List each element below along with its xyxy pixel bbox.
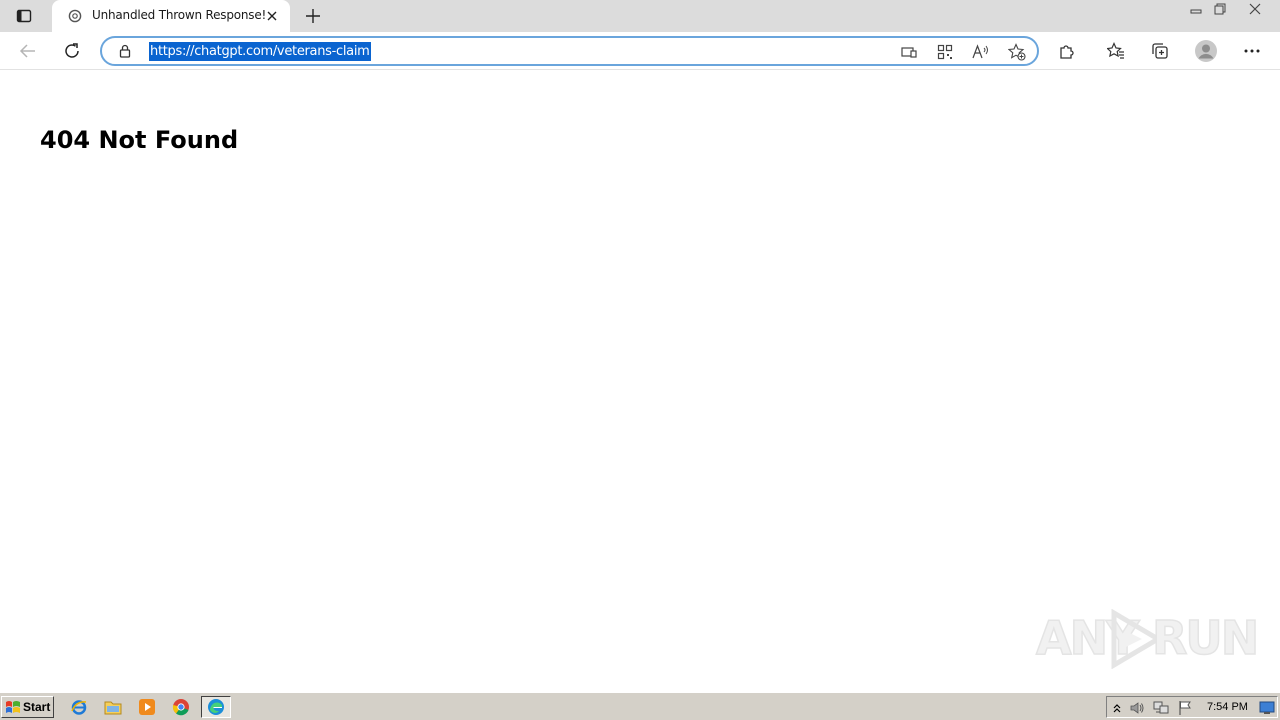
- tab-title: Unhandled Thrown Response!: [92, 8, 267, 22]
- browser-toolbar: https://chatgpt.com/veterans-claim: [0, 32, 1280, 70]
- page-title: 404 Not Found: [40, 126, 239, 154]
- refresh-button[interactable]: [58, 37, 86, 65]
- chatgpt-icon: [68, 9, 82, 23]
- collections-icon: [1152, 43, 1168, 59]
- active-tab[interactable]: Unhandled Thrown Response!: [52, 0, 290, 32]
- show-hidden-icons-button[interactable]: [1109, 700, 1125, 716]
- collections-button[interactable]: [1146, 37, 1174, 65]
- taskbar: Start 7:54 PM: [0, 692, 1280, 720]
- refresh-icon: [65, 43, 79, 58]
- chrome-icon: [172, 699, 189, 716]
- edge-icon: [208, 699, 224, 715]
- app-available-icon: [901, 47, 917, 58]
- volume-button[interactable]: [1129, 700, 1145, 716]
- page-content: 404 Not Found ANY RUN: [0, 71, 1280, 692]
- chevron-up-icon: [1113, 704, 1121, 713]
- start-label: Start: [23, 700, 51, 714]
- anyrun-watermark: ANY RUN: [1035, 607, 1260, 671]
- new-tab-button[interactable]: [300, 4, 326, 28]
- taskbar-app-media-player[interactable]: [134, 696, 160, 718]
- more-button[interactable]: [1238, 37, 1266, 65]
- address-bar[interactable]: https://chatgpt.com/veterans-claim: [100, 36, 1039, 66]
- tab-strip: Unhandled Thrown Response!: [0, 0, 1280, 32]
- system-tray: 7:54 PM: [1106, 696, 1278, 718]
- network-button[interactable]: [1153, 700, 1169, 716]
- flag-icon: [1179, 701, 1191, 715]
- more-icon: [1244, 49, 1260, 53]
- extensions-icon: [1060, 45, 1074, 59]
- taskbar-app-explorer[interactable]: [100, 696, 126, 718]
- read-aloud-icon: [972, 44, 988, 59]
- extensions-button[interactable]: [1053, 37, 1081, 65]
- minimize-icon: [1190, 9, 1202, 14]
- clock[interactable]: 7:54 PM: [1207, 701, 1248, 713]
- action-center-button[interactable]: [1177, 700, 1193, 716]
- taskbar-app-internet-explorer[interactable]: [66, 696, 92, 718]
- tab-actions-icon: [16, 9, 32, 23]
- back-icon: [19, 44, 35, 58]
- app-available-button[interactable]: [900, 43, 918, 61]
- network-icon: [1153, 701, 1169, 714]
- profile-icon: [1195, 40, 1217, 62]
- lock-icon[interactable]: [118, 44, 132, 58]
- media-player-icon: [139, 699, 155, 715]
- read-aloud-button[interactable]: [972, 43, 990, 61]
- taskbar-app-chrome[interactable]: [168, 696, 194, 718]
- desktop-icon: [1259, 701, 1275, 714]
- internet-explorer-icon: [71, 700, 87, 715]
- explorer-folder-icon: [104, 701, 122, 715]
- window-close-button[interactable]: [1240, 0, 1270, 18]
- tab-actions-button[interactable]: [8, 4, 40, 28]
- back-button[interactable]: [14, 37, 42, 65]
- taskbar-app-edge[interactable]: [201, 696, 231, 718]
- add-favorite-button[interactable]: [1008, 43, 1026, 61]
- close-icon: [267, 11, 277, 21]
- url-text[interactable]: https://chatgpt.com/veterans-claim: [149, 42, 371, 61]
- watermark-right-text: RUN: [1151, 610, 1260, 666]
- start-button[interactable]: Start: [1, 696, 54, 718]
- minimize-button[interactable]: [1184, 0, 1208, 18]
- add-favorite-icon: [1008, 43, 1026, 61]
- restore-icon: [1214, 3, 1226, 15]
- plus-icon: [306, 9, 320, 23]
- close-icon: [1249, 3, 1261, 15]
- favorites-button[interactable]: [1102, 37, 1130, 65]
- tab-close-button[interactable]: [262, 6, 282, 26]
- volume-icon: [1130, 702, 1144, 714]
- qr-code-icon: [937, 44, 953, 60]
- qr-code-button[interactable]: [936, 43, 954, 61]
- windows-flag-icon: [6, 701, 20, 713]
- favorites-icon: [1107, 42, 1124, 59]
- restore-button[interactable]: [1208, 0, 1232, 18]
- show-desktop-button[interactable]: [1259, 700, 1275, 716]
- profile-button[interactable]: [1192, 37, 1220, 65]
